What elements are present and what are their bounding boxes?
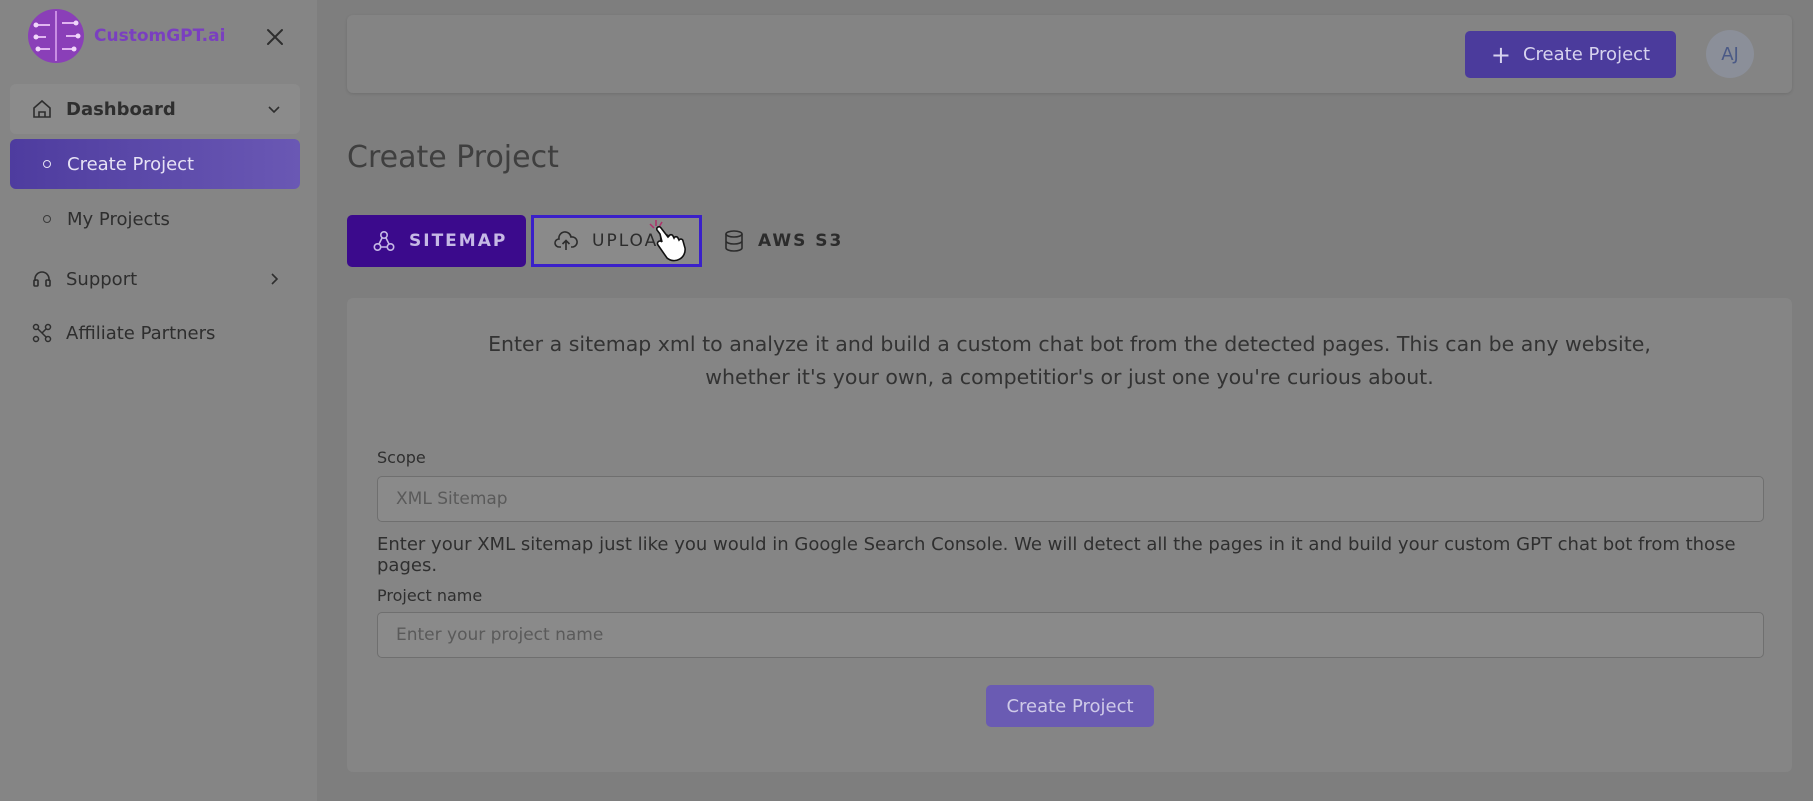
sidebar-item-create-project[interactable]: Create Project bbox=[10, 139, 300, 189]
scope-help-text: Enter your XML sitemap just like you wou… bbox=[377, 534, 1736, 576]
description: Enter a sitemap xml to analyze it and bu… bbox=[347, 328, 1792, 394]
close-sidebar-button[interactable] bbox=[263, 25, 287, 49]
project-name-label: Project name bbox=[377, 586, 483, 605]
headset-icon bbox=[33, 271, 51, 287]
avatar[interactable]: AJ bbox=[1706, 30, 1754, 78]
cloud-upload-icon bbox=[554, 231, 578, 250]
sidebar: CustomGPT.ai Dashboard Create Project My… bbox=[0, 0, 317, 801]
top-bar: + Create Project AJ bbox=[347, 15, 1792, 93]
brand-logo[interactable]: CustomGPT.ai bbox=[26, 7, 225, 65]
project-name-input[interactable] bbox=[377, 612, 1764, 658]
page-title: Create Project bbox=[347, 140, 559, 175]
brand-name: CustomGPT.ai bbox=[94, 26, 226, 46]
button-label: Create Project bbox=[1522, 44, 1651, 65]
sidebar-item-label: Dashboard bbox=[66, 98, 176, 120]
plus-icon: + bbox=[1490, 40, 1511, 69]
description-line: Enter a sitemap xml to analyze it and bu… bbox=[488, 332, 1651, 356]
sidebar-item-dashboard[interactable]: Dashboard bbox=[10, 84, 300, 134]
scope-input[interactable] bbox=[377, 476, 1764, 522]
tab-label: AWS S3 bbox=[758, 231, 844, 251]
close-icon bbox=[267, 29, 283, 45]
sidebar-item-label: Support bbox=[66, 268, 138, 290]
scope-label: Scope bbox=[377, 448, 426, 467]
create-project-submit-button[interactable]: Create Project bbox=[986, 685, 1154, 727]
hand-pointer-cursor-icon bbox=[649, 220, 686, 262]
circle-icon bbox=[43, 160, 51, 168]
sitemap-form-card: Enter a sitemap xml to analyze it and bu… bbox=[347, 298, 1792, 772]
sidebar-item-label: My Projects bbox=[67, 208, 170, 230]
tab-label: SITEMAP bbox=[409, 231, 508, 251]
database-icon bbox=[725, 230, 743, 252]
header-create-project-button[interactable]: + Create Project bbox=[1465, 31, 1676, 78]
sidebar-item-my-projects[interactable]: My Projects bbox=[10, 194, 300, 244]
sidebar-item-affiliate-partners[interactable]: Affiliate Partners bbox=[10, 308, 300, 358]
home-icon bbox=[33, 99, 51, 118]
tab-sitemap[interactable]: SITEMAP bbox=[347, 215, 526, 267]
circle-icon bbox=[43, 215, 51, 223]
chevron-right-icon bbox=[271, 273, 279, 285]
sidebar-item-support[interactable]: Support bbox=[10, 254, 300, 304]
sidebar-item-label: Create Project bbox=[67, 153, 195, 175]
sitemap-icon bbox=[373, 230, 395, 252]
description-line: whether it's your own, a competitior's o… bbox=[705, 365, 1434, 389]
network-icon bbox=[32, 323, 52, 343]
brain-logo-icon bbox=[28, 9, 84, 63]
tab-aws-s3[interactable]: AWS S3 bbox=[720, 215, 880, 267]
chevron-down-icon bbox=[268, 106, 280, 114]
sidebar-item-label: Affiliate Partners bbox=[66, 322, 216, 344]
